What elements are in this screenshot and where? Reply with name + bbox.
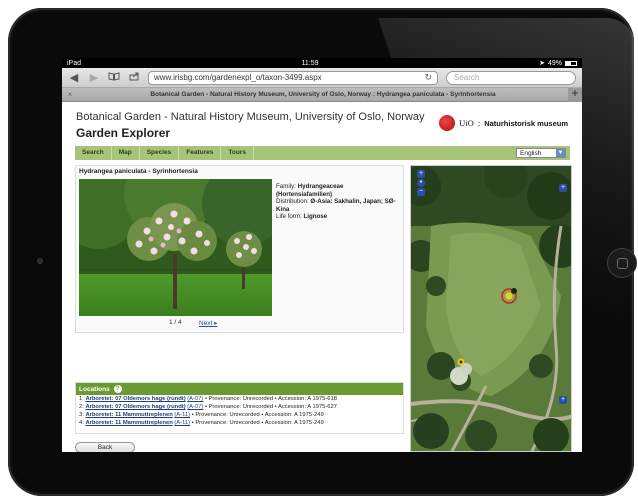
menu-item-species[interactable]: Species [140, 146, 180, 160]
uio-logo-separator: : [477, 118, 481, 128]
search-placeholder: Search [454, 73, 480, 82]
lifeform-value: Lignose [303, 213, 328, 220]
location-row: 2: Arboretet: 07 Oldemors hage (rundt) (… [76, 403, 403, 411]
site-subtitle: Garden Explorer [76, 126, 171, 140]
museum-name: Naturhistorisk museum [484, 118, 568, 128]
location-link[interactable]: Arboretet: 11 Mammuttreplenen [85, 412, 172, 418]
home-button[interactable] [607, 248, 637, 278]
tab-title[interactable]: Botanical Garden - Natural History Museu… [78, 91, 568, 98]
main-menu: Search Map Species Features Tours Englis… [75, 146, 570, 160]
distribution-label: Distribution: [276, 198, 311, 205]
plant-info: Family: Hydrangeaceae (Hortensiafamilien… [276, 183, 401, 221]
status-right: ➤ 49% [539, 59, 577, 67]
search-field[interactable]: Search [446, 70, 576, 85]
back-arrow-icon[interactable]: ◀ [68, 71, 80, 84]
location-row: 4: Arboretet: 11 Mammuttreplenen (A-11) … [76, 419, 403, 427]
map-pan-icon[interactable]: • [417, 179, 425, 187]
location-code-link[interactable]: (A-11) [174, 412, 190, 418]
uio-seal-icon [439, 115, 456, 131]
menu-item-features[interactable]: Features [179, 146, 222, 160]
book-icon[interactable] [108, 71, 120, 84]
help-icon[interactable]: ? [113, 385, 122, 393]
zoom-out-button[interactable]: − [417, 188, 425, 196]
zoom-in-button[interactable]: + [417, 170, 425, 178]
chevron-down-icon: ▼ [556, 149, 565, 157]
location-link[interactable]: Arboretet: 07 Oldemors hage (rundt) [85, 404, 185, 410]
tab-close-icon[interactable]: × [62, 90, 78, 99]
share-icon[interactable] [128, 72, 140, 84]
back-button[interactable]: Back [75, 442, 135, 452]
location-code-link[interactable]: (A-07) [187, 396, 203, 402]
family-row: Family: Hydrangeaceae (Hortensiafamilien… [276, 183, 401, 198]
photo-count: 1 / 4 [169, 319, 182, 326]
plant-photo[interactable] [79, 179, 272, 316]
reload-icon[interactable]: ↻ [424, 72, 432, 83]
battery-icon [565, 60, 577, 66]
safari-toolbar: ◀ ▶ www.irisbg.com/gardenexpl_o/taxon-34… [62, 68, 582, 88]
site-header: Botanical Garden - Natural History Museu… [62, 102, 582, 146]
location-details: • Provenance: Unrecorded • Accession: A … [203, 404, 337, 410]
tab-bar: × Botanical Garden - Natural History Mus… [62, 87, 582, 102]
screen: iPad 11:59 ➤ 49% ◀ ▶ www.irisbg.com/gard… [62, 58, 582, 452]
camera-icon [37, 258, 43, 264]
map-expand-button[interactable]: + [559, 184, 567, 192]
lifeform-label: Life form: [276, 213, 304, 220]
next-label: Next [199, 320, 213, 327]
location-details: • Provenance: Unrecorded • Accession: A … [190, 412, 324, 418]
status-time: 11:59 [301, 59, 319, 67]
language-select[interactable]: English ▼ [516, 148, 566, 158]
map-expand-button-lower[interactable]: + [559, 396, 567, 404]
site-title: Botanical Garden - Natural History Museu… [76, 111, 425, 123]
locations-panel: Locations ? 1: Arboretet: 07 Oldemors ha… [75, 382, 404, 434]
device-label: iPad [67, 59, 82, 67]
lifeform-row: Life form: Lignose [276, 213, 401, 221]
location-code-link[interactable]: (A-07) [187, 404, 203, 410]
location-arrow-icon: ➤ [539, 60, 545, 67]
forward-arrow-icon[interactable]: ▶ [88, 71, 100, 84]
location-details: • Provenance: Unrecorded • Accession: A … [190, 420, 324, 426]
plant-title: Hydrangea paniculata - Syrinhortensia [79, 168, 198, 175]
location-code-link[interactable]: (A-11) [174, 420, 190, 426]
locations-title: Locations [79, 385, 110, 393]
uio-logo[interactable]: UiO : Naturhistorisk museum [439, 115, 568, 131]
location-link[interactable]: Arboretet: 07 Oldemors hage (rundt) [85, 396, 185, 402]
family-label: Family: [276, 183, 298, 190]
photo-navigation: 1 / 4 Next ▸ [79, 316, 272, 330]
location-link[interactable]: Arboretet: 11 Mammuttreplenen [85, 420, 172, 426]
status-bar: iPad 11:59 ➤ 49% [62, 58, 582, 68]
satellite-map[interactable]: + • − + + [410, 165, 572, 452]
menu-item-search[interactable]: Search [75, 146, 112, 160]
menu-item-map[interactable]: Map [112, 146, 140, 160]
battery-percent: 49% [547, 59, 562, 67]
distribution-row: Distribution: Ø-Asia: Sakhalin, Japan; S… [276, 198, 401, 213]
locations-header: Locations ? [76, 383, 403, 395]
url-text: www.irisbg.com/gardenexpl_o/taxon-3499.a… [154, 73, 322, 82]
location-details: • Provenance: Unrecorded • Accession: A … [203, 396, 337, 402]
next-photo-link[interactable]: Next ▸ [199, 319, 217, 327]
language-value: English [520, 149, 542, 157]
location-row: 1: Arboretet: 07 Oldemors hage (rundt) (… [76, 395, 403, 403]
plant-panel: Hydrangea paniculata - Syrinhortensia 1 … [75, 165, 404, 333]
location-row: 3: Arboretet: 11 Mammuttreplenen (A-11) … [76, 411, 403, 419]
url-field[interactable]: www.irisbg.com/gardenexpl_o/taxon-3499.a… [148, 70, 438, 85]
chevron-right-icon: ▸ [214, 320, 218, 327]
uio-logo-text: UiO [459, 118, 474, 128]
menu-item-tours[interactable]: Tours [221, 146, 254, 160]
home-square-icon [617, 258, 628, 269]
web-page: Botanical Garden - Natural History Museu… [62, 102, 582, 452]
new-tab-button[interactable]: + [568, 87, 582, 102]
